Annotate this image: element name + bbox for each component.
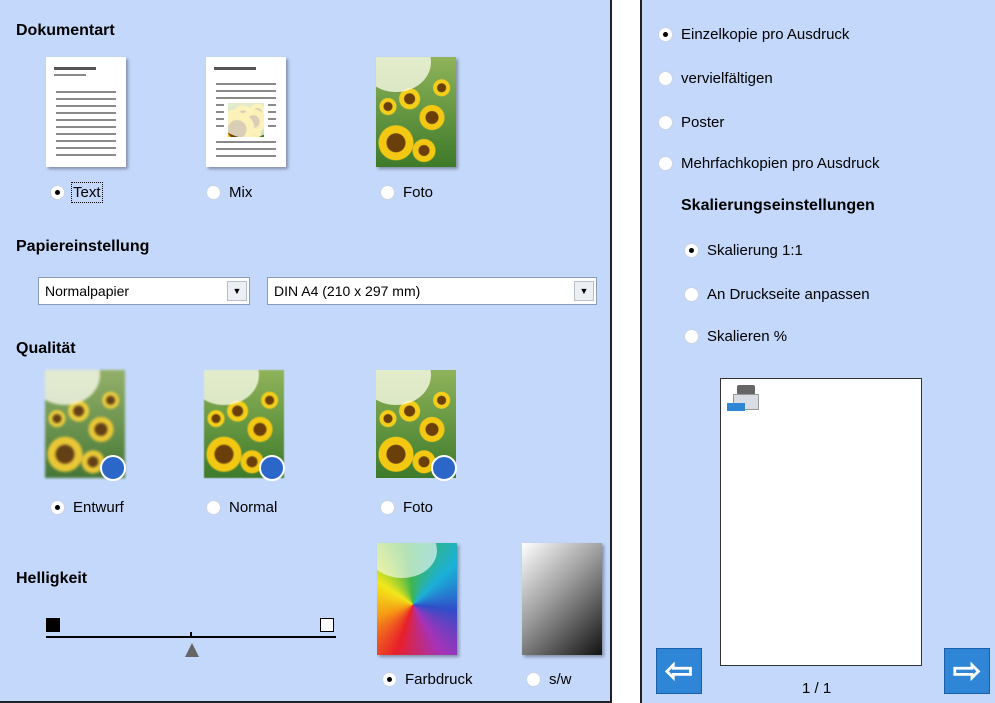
- paper-type-value: Normalpapier: [45, 283, 130, 299]
- scanner-icon: [727, 385, 761, 415]
- doctype-text-radio[interactable]: Text: [50, 182, 103, 203]
- layout-duplicate-radio[interactable]: vervielfältigen: [658, 70, 773, 87]
- quality-foto-radio[interactable]: Foto: [380, 499, 433, 516]
- radio-unselected-icon: [658, 156, 673, 171]
- radio-selected-icon: [382, 672, 397, 687]
- quality-foto-label: Foto: [403, 499, 434, 516]
- arrow-right-icon[interactable]: ⇨: [944, 648, 990, 694]
- quality-normal-radio[interactable]: Normal: [206, 499, 277, 516]
- photo-document-icon[interactable]: [376, 57, 456, 167]
- grayscale-gradient-icon[interactable]: [522, 543, 602, 655]
- doctype-text-label: Text: [71, 182, 103, 203]
- scale-1to1-radio[interactable]: Skalierung 1:1: [684, 242, 803, 259]
- quality-draft-radio[interactable]: Entwurf: [50, 499, 124, 516]
- radio-selected-icon: [684, 243, 699, 258]
- quality-normal-label: Normal: [229, 499, 278, 516]
- clock-icon: [100, 455, 126, 481]
- radio-unselected-icon: [658, 115, 673, 130]
- scale-option-label: Skalierung 1:1: [707, 242, 803, 259]
- chevron-down-icon[interactable]: ▼: [574, 281, 594, 301]
- dokumentart-heading: Dokumentart: [16, 22, 115, 39]
- layout-option-label: Einzelkopie pro Ausdruck: [681, 26, 850, 43]
- scale-option-label: Skalieren %: [707, 328, 788, 345]
- paper-size-select[interactable]: DIN A4 (210 x 297 mm) ▼: [267, 277, 597, 305]
- scale-percent-radio[interactable]: Skalieren %: [684, 328, 787, 345]
- chevron-down-icon[interactable]: ▼: [227, 281, 247, 301]
- layout-option-label: Poster: [681, 114, 725, 131]
- radio-unselected-icon: [658, 71, 673, 86]
- layout-single-copy-radio[interactable]: Einzelkopie pro Ausdruck: [658, 26, 849, 43]
- radio-unselected-icon: [526, 672, 541, 687]
- color-gradient-icon[interactable]: [377, 543, 457, 655]
- text-document-icon[interactable]: [46, 57, 126, 167]
- radio-unselected-icon: [206, 185, 221, 200]
- layout-panel: Einzelkopie pro Ausdruck vervielfältigen…: [640, 0, 995, 703]
- radio-unselected-icon: [206, 500, 221, 515]
- arrow-left-icon[interactable]: ⇦: [656, 648, 702, 694]
- bw-print-label: s/w: [549, 671, 572, 688]
- scale-fit-page-radio[interactable]: An Druckseite anpassen: [684, 286, 870, 303]
- clock-icon: [431, 455, 457, 481]
- brightness-slider-tick: [190, 632, 192, 638]
- brightness-slider-thumb[interactable]: [185, 643, 199, 657]
- radio-unselected-icon: [380, 185, 395, 200]
- radio-unselected-icon: [684, 287, 699, 302]
- papiereinstellung-heading: Papiereinstellung: [16, 238, 150, 255]
- dark-square-icon: [46, 618, 60, 632]
- doctype-mix-radio[interactable]: Mix: [206, 184, 252, 201]
- color-print-label: Farbdruck: [405, 671, 473, 688]
- doctype-foto-radio[interactable]: Foto: [380, 184, 433, 201]
- doctype-mix-label: Mix: [229, 184, 253, 201]
- layout-multi-copy-radio[interactable]: Mehrfachkopien pro Ausdruck: [658, 155, 879, 172]
- paper-type-select[interactable]: Normalpapier ▼: [38, 277, 250, 305]
- radio-selected-icon: [50, 500, 65, 515]
- page-preview: [720, 378, 922, 666]
- mixed-document-icon[interactable]: [206, 57, 286, 167]
- scale-option-label: An Druckseite anpassen: [707, 286, 870, 303]
- radio-selected-icon: [658, 27, 673, 42]
- settings-panel: Dokumentart Text Mix Foto Papiereinstell…: [0, 0, 612, 703]
- radio-unselected-icon: [380, 500, 395, 515]
- layout-poster-radio[interactable]: Poster: [658, 114, 724, 131]
- helligkeit-heading: Helligkeit: [16, 570, 88, 587]
- color-print-radio[interactable]: Farbdruck: [382, 671, 473, 688]
- layout-option-label: vervielfältigen: [681, 70, 773, 87]
- qualitaet-heading: Qualität: [16, 340, 76, 357]
- radio-unselected-icon: [684, 329, 699, 344]
- page-indicator: 1 / 1: [802, 680, 832, 697]
- bw-print-radio[interactable]: s/w: [526, 671, 572, 688]
- doctype-foto-label: Foto: [403, 184, 434, 201]
- layout-option-label: Mehrfachkopien pro Ausdruck: [681, 155, 880, 172]
- clock-icon: [259, 455, 285, 481]
- paper-size-value: DIN A4 (210 x 297 mm): [274, 283, 421, 299]
- quality-draft-label: Entwurf: [73, 499, 124, 516]
- scaling-heading: Skalierungseinstellungen: [681, 197, 875, 214]
- radio-selected-icon: [50, 185, 65, 200]
- light-square-icon: [320, 618, 334, 632]
